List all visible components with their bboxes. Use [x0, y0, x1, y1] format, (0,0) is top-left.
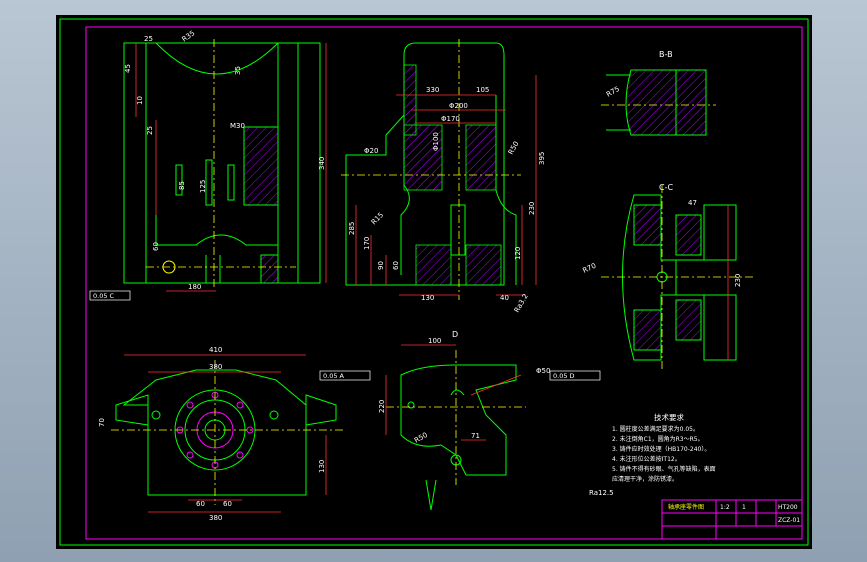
- dim-label: Φ170: [441, 115, 460, 123]
- dim-label: 395: [538, 152, 546, 165]
- top-view: [115, 369, 337, 496]
- dim-label: 380: [209, 363, 222, 371]
- drawing-viewport[interactable]: 25 R35 45 10 25 35 85 125 60 180 340 M30…: [56, 15, 812, 549]
- dim-label: 330: [426, 86, 439, 94]
- dim-label: Φ200: [449, 102, 468, 110]
- dim-label: 130: [421, 294, 434, 302]
- technical-requirements: 技术要求 1. 圆柱度公差满足要求为0.05。 2. 未注倒角C1，圆角为R3～…: [612, 412, 716, 483]
- dim-label: M30: [230, 122, 245, 130]
- dim-label: 85: [178, 181, 186, 190]
- dim-label: 380: [209, 514, 222, 522]
- dim-label: Ra12.5: [589, 489, 614, 497]
- dim-label: 230: [528, 202, 536, 215]
- dim-label: 125: [199, 180, 207, 193]
- dim-label: R50: [413, 431, 429, 445]
- dim-label: 105: [476, 86, 489, 94]
- dim-label: 100: [428, 337, 441, 345]
- tech-req-item: 4. 未注形位公差按IT12。: [612, 455, 681, 463]
- tolerance-left: 0.05 C: [93, 292, 115, 300]
- section-bb-view: [606, 69, 707, 136]
- dim-label: 220: [378, 400, 386, 413]
- dim-label: 35: [234, 66, 242, 75]
- material-value: HT200: [778, 504, 798, 511]
- dim-label: 60: [196, 500, 205, 508]
- dim-label: R50: [507, 140, 521, 156]
- dim-label: 340: [318, 157, 326, 170]
- center-lines-d: [386, 350, 526, 485]
- dim-label: Ra3.2: [513, 293, 530, 314]
- dim-label: 25: [144, 35, 153, 43]
- cad-drawing: 25 R35 45 10 25 35 85 125 60 180 340 M30…: [59, 18, 809, 546]
- dim-label: 10: [136, 96, 144, 105]
- section-bb-label: B-B: [659, 50, 673, 59]
- center-lines-cc: [601, 185, 756, 370]
- dim-label: 60: [223, 500, 232, 508]
- section-cc-label: C-C: [659, 183, 673, 192]
- dim-label: 90: [377, 261, 385, 270]
- view-d-label: D: [452, 330, 458, 339]
- part-name: 轴承座零件图: [668, 503, 704, 511]
- dim-label: R70: [581, 262, 597, 275]
- dim-label: 60: [152, 242, 160, 251]
- dim-label: 120: [514, 247, 522, 260]
- scale-value: 1:2: [720, 504, 730, 511]
- dim-label: 130: [318, 460, 326, 473]
- dim-label: 47: [688, 199, 697, 207]
- dimension-lines-d: [385, 344, 522, 441]
- tech-req-item: 2. 未注倒角C1，圆角为R3～R5。: [612, 435, 704, 443]
- dim-label: Φ100: [432, 132, 440, 151]
- quantity-value: 1: [742, 504, 746, 511]
- tech-req-item: 1. 圆柱度公差满足要求为0.05。: [612, 425, 699, 433]
- dim-label: 285: [348, 222, 356, 235]
- tech-req-item: 应清理干净，涂防锈漆。: [612, 475, 678, 483]
- dim-label: 25: [146, 126, 154, 135]
- dim-label: Φ20: [364, 147, 378, 155]
- tech-req-item: 3. 铸件应时效处理（HB170-240）。: [612, 445, 710, 453]
- dimension-lines-bottom-left: [124, 354, 327, 513]
- center-lines-bottom-left: [111, 360, 346, 505]
- drawing-number: ZCZ-01: [778, 517, 800, 524]
- dim-label: 60: [392, 261, 400, 270]
- dim-label: R75: [605, 85, 621, 99]
- dim-label: 180: [188, 283, 201, 291]
- dim-label: 410: [209, 346, 222, 354]
- dim-label: R15: [370, 211, 385, 226]
- dim-label: Φ50: [536, 367, 550, 375]
- dim-label: 40: [500, 294, 509, 302]
- dim-label: 45: [124, 64, 132, 73]
- dim-label: 71: [471, 432, 480, 440]
- dim-label: 70: [98, 418, 106, 427]
- dim-label: R35: [181, 29, 197, 43]
- dim-label: 230: [734, 274, 742, 287]
- section-cc-view: [622, 194, 737, 361]
- dim-label: 170: [363, 237, 371, 250]
- tolerance-bottom-mid: 0.05 D: [553, 372, 575, 380]
- tech-req-item: 5. 铸件不得有砂眼、气孔等缺陷，表面: [612, 465, 716, 473]
- tech-req-title: 技术要求: [654, 412, 684, 422]
- tolerance-bottom-left: 0.05 A: [323, 372, 345, 380]
